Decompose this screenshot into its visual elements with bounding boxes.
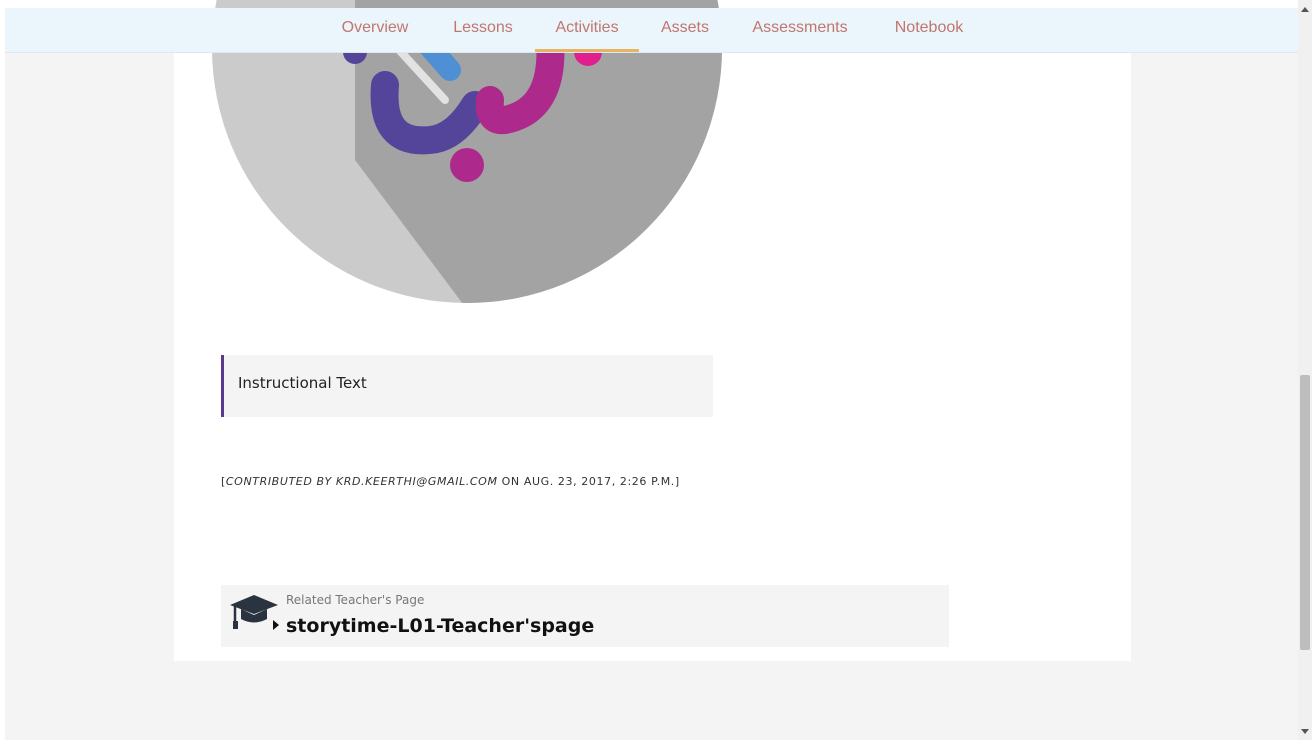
graduation-cap-icon: [230, 595, 278, 629]
related-teacher-page: Related Teacher's Page storytime-L01-Tea…: [221, 585, 949, 647]
scroll-up-arrow-icon[interactable]: [1301, 7, 1309, 12]
tab-overview[interactable]: Overview: [336, 8, 414, 52]
related-link-text[interactable]: storytime-L01-Teacher'spage: [286, 615, 594, 637]
related-label: Related Teacher's Page: [286, 593, 425, 607]
tab-assessments[interactable]: Assessments: [745, 8, 855, 52]
tab-assets[interactable]: Assets: [655, 8, 715, 52]
scrollbar-thumb[interactable]: [1300, 375, 1310, 650]
top-navigation: Overview Lessons Activities Assets Asses…: [5, 8, 1298, 53]
contribution-date: ON AUG. 23, 2017, 2:26 P.M.]: [497, 475, 680, 488]
tab-notebook[interactable]: Notebook: [883, 8, 975, 52]
scroll-down-arrow-icon[interactable]: [1301, 729, 1309, 734]
vertical-scrollbar[interactable]: [1298, 0, 1312, 740]
instructional-text: Instructional Text: [238, 374, 367, 392]
contribution-info: [CONTRIBUTED BY KRD.KEERTHI@GMAIL.COM ON…: [221, 475, 680, 488]
instructional-text-box: Instructional Text: [221, 355, 713, 417]
tab-lessons[interactable]: Lessons: [445, 8, 521, 52]
related-teacher-link[interactable]: storytime-L01-Teacher'spage: [273, 615, 594, 637]
tab-activities[interactable]: Activities: [535, 8, 639, 52]
contributed-by: CONTRIBUTED BY KRD.KEERTHI@GMAIL.COM: [225, 475, 498, 488]
caret-right-icon: [273, 620, 279, 630]
